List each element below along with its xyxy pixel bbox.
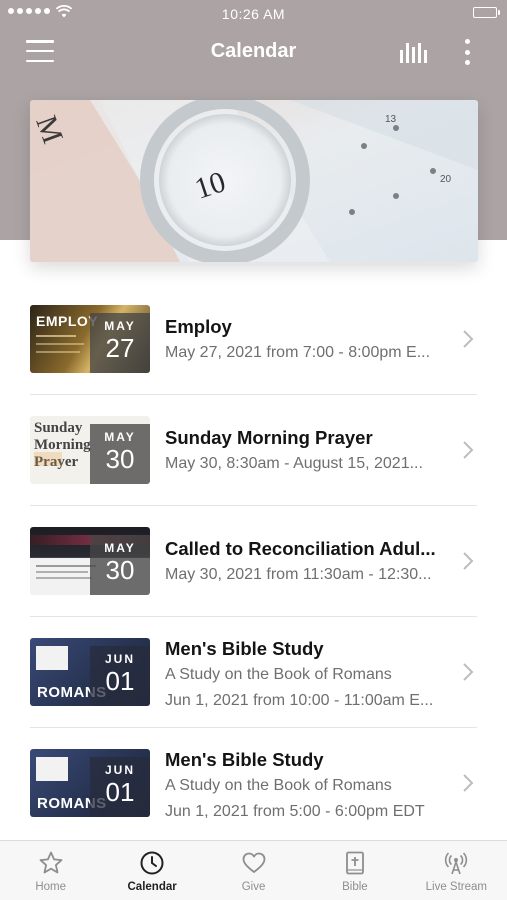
event-title: Men's Bible Study [165,638,324,659]
event-datetime: May 30, 2021 from 11:30am - 12:30... [165,566,432,583]
chevron-right-icon [463,774,474,792]
event-date-badge: JUN 01 [90,757,150,817]
event-description: A Study on the Book of Romans [165,777,392,794]
event-datetime: Jun 1, 2021 from 10:00 - 11:00am E... [165,692,434,709]
heart-icon [242,852,265,873]
broadcast-icon [445,852,468,875]
tab-give[interactable]: Give [203,841,304,900]
battery-icon [473,7,500,18]
svg-text:20: 20 [440,174,452,185]
navigation-bar: Calendar [0,28,507,78]
event-thumbnail: EMPLOY MAY 27 [30,305,150,373]
status-bar: 10:26 AM [0,0,507,28]
status-time: 10:26 AM [221,6,286,22]
event-description: A Study on the Book of Romans [165,666,392,683]
event-row-employ[interactable]: EMPLOY MAY 27 Employ May 27, 2021 from 7… [0,284,507,395]
event-title: Employ [165,316,232,337]
tab-bible[interactable]: Bible [304,841,405,900]
tab-live-stream[interactable]: Live Stream [406,841,507,900]
tab-calendar[interactable]: Calendar [101,841,202,900]
event-datetime: May 27, 2021 from 7:00 - 8:00pm E... [165,344,431,361]
event-title: Men's Bible Study [165,749,324,770]
event-datetime: May 30, 8:30am - August 15, 2021... [165,455,423,472]
bible-icon [346,851,364,875]
tab-home[interactable]: Home [0,841,101,900]
event-row-sunday-morning-prayer[interactable]: Sunday Morning Prayer MAY 30 Sunday Morn… [0,395,507,506]
bar-chart-icon[interactable] [400,41,430,63]
event-row-mens-bible-study[interactable]: ROMANS JUN 01 Men's Bible Study A Study … [0,728,507,839]
tab-label: Bible [342,881,368,893]
event-date-badge: MAY 30 [90,424,150,484]
chevron-right-icon [463,441,474,459]
tab-label: Calendar [127,881,177,893]
tab-bar: Home Calendar Give Bible Live Stream [0,840,507,900]
svg-text:13: 13 [385,114,397,125]
event-title: Called to Reconciliation Adul... [165,538,436,559]
star-icon [39,851,63,874]
clock-icon [140,851,164,875]
event-date-badge: MAY 27 [90,313,150,373]
event-title: Sunday Morning Prayer [165,427,373,448]
event-date-badge: MAY 30 [90,535,150,595]
tab-label: Give [241,881,266,893]
chevron-right-icon [463,663,474,681]
calendar-hero-image: M 10 13 20 [30,100,478,262]
chevron-right-icon [463,330,474,348]
event-datetime: Jun 1, 2021 from 5:00 - 6:00pm EDT [165,803,425,820]
page-title: Calendar [210,40,297,62]
event-thumbnail: Sunday Morning Prayer MAY 30 [30,416,150,484]
event-thumbnail: ROMANS JUN 01 [30,749,150,817]
tab-label: Live Stream [425,881,487,893]
event-date-badge: JUN 01 [90,646,150,706]
event-row-mens-bible-study[interactable]: ROMANS JUN 01 Men's Bible Study A Study … [0,617,507,728]
vertical-ellipsis-icon[interactable] [462,39,472,65]
magnifier-calendar-photo: M 10 13 20 [30,100,478,262]
event-thumbnail: ROMANS JUN 01 [30,638,150,706]
chevron-right-icon [463,552,474,570]
event-list: EMPLOY MAY 27 Employ May 27, 2021 from 7… [0,284,507,839]
event-thumbnail: MAY 30 [30,527,150,595]
tab-label: Home [35,881,67,893]
event-row-called-to-reconciliation[interactable]: MAY 30 Called to Reconciliation Adul... … [0,506,507,617]
